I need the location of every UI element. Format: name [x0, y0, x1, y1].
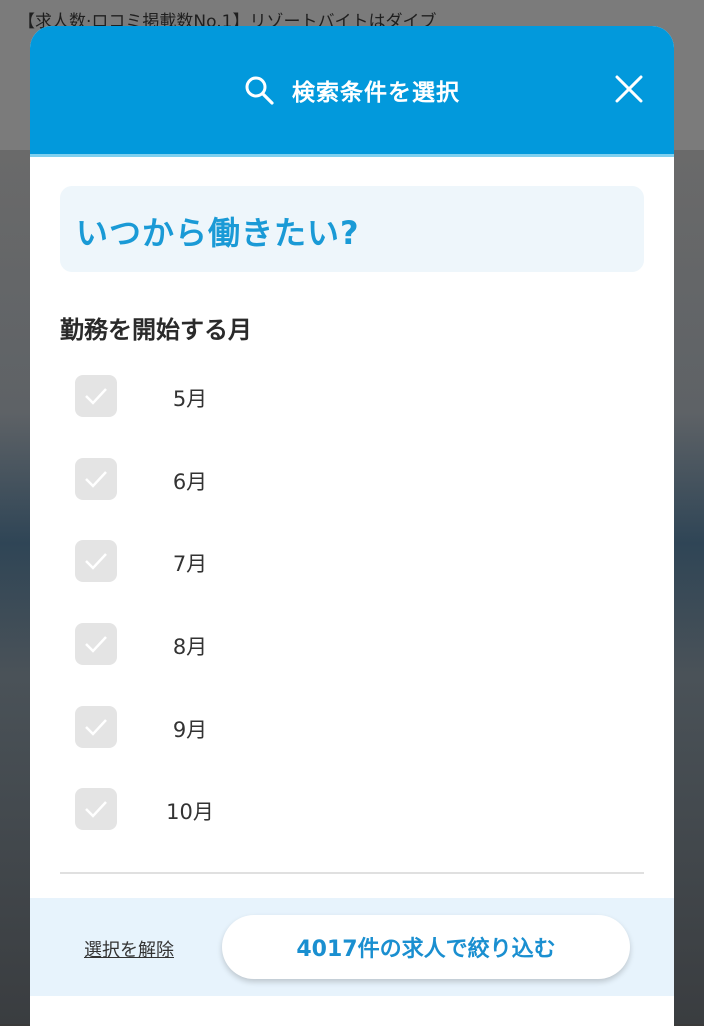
check-icon: [85, 388, 107, 405]
month-label: 7月: [172, 552, 208, 576]
checkbox[interactable]: [75, 706, 117, 748]
clear-selection-link[interactable]: 選択を解除: [84, 936, 174, 962]
question-heading: いつから働きたい?: [76, 214, 360, 252]
month-option-9[interactable]: 9月: [75, 706, 375, 750]
month-label: 8月: [172, 635, 208, 659]
month-option-6[interactable]: 6月: [75, 458, 375, 502]
check-icon: [85, 801, 107, 818]
month-option-8[interactable]: 8月: [75, 623, 375, 667]
modal-header: 検索条件を選択: [30, 26, 674, 157]
month-option-5[interactable]: 5月: [75, 375, 375, 419]
checkbox[interactable]: [75, 623, 117, 665]
search-icon: [245, 76, 274, 105]
month-label: 5月: [172, 387, 208, 411]
question-box: いつから働きたい?: [60, 186, 644, 272]
checkbox[interactable]: [75, 540, 117, 582]
filter-submit-button[interactable]: 4017件の求人で絞り込む: [222, 915, 630, 979]
divider: [60, 872, 644, 874]
checkbox[interactable]: [75, 788, 117, 830]
check-icon: [85, 636, 107, 653]
section-label: 勤務を開始する月: [60, 316, 252, 344]
checkbox[interactable]: [75, 375, 117, 417]
close-icon[interactable]: [614, 74, 644, 104]
check-icon: [85, 471, 107, 488]
month-option-7[interactable]: 7月: [75, 540, 375, 584]
submit-button-label: 4017件の求人で絞り込む: [296, 937, 556, 962]
month-option-10[interactable]: 10月: [75, 788, 375, 832]
checkbox[interactable]: [75, 458, 117, 500]
month-label: 9月: [172, 718, 208, 742]
modal-bottom: [30, 996, 674, 1026]
search-condition-modal: 検索条件を選択 いつから働きたい? 勤務を開始する月 5月 6月 7月 8月 9…: [30, 26, 674, 1026]
check-icon: [85, 719, 107, 736]
modal-title: 検索条件を選択: [292, 80, 460, 106]
month-label: 10月: [166, 800, 214, 824]
check-icon: [85, 553, 107, 570]
month-label: 6月: [172, 470, 208, 494]
modal-footer: 選択を解除 4017件の求人で絞り込む: [30, 898, 674, 996]
